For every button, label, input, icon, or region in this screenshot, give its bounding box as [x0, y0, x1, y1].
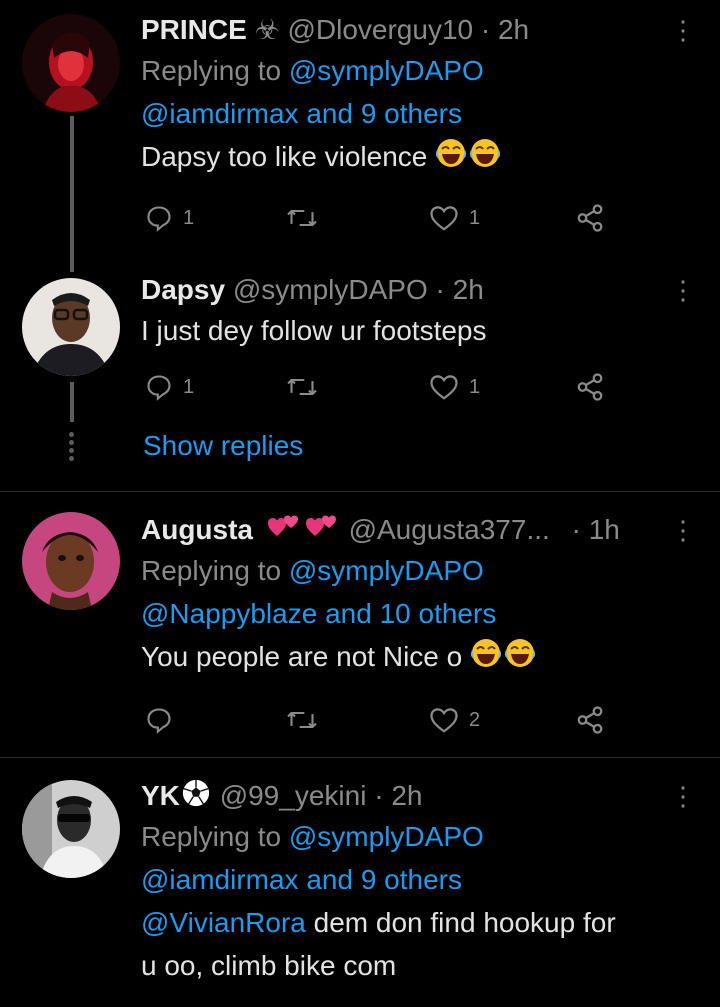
display-name[interactable]: Augusta: [141, 514, 253, 545]
handle[interactable]: @symplyDAPO: [233, 274, 428, 305]
share-icon: [577, 706, 603, 734]
replying-others-link[interactable]: @iamdirmax and 9 others: [141, 98, 462, 129]
like-count: 1: [469, 375, 481, 398]
biohazard-icon: ☣: [254, 14, 280, 45]
mention-link[interactable]: @VivianRora: [141, 907, 306, 938]
laughing-emoji-icon: [470, 637, 538, 681]
replying-others-link[interactable]: @Nappyblaze and 10 others: [141, 598, 496, 629]
replying-user-link[interactable]: @symplyDAPO: [289, 821, 484, 852]
laughing-emoji-icon: [435, 137, 503, 181]
separator: ·: [480, 14, 491, 45]
show-replies-link[interactable]: Show replies: [143, 430, 303, 462]
retweet-button[interactable]: [285, 702, 319, 738]
handle[interactable]: @Dloverguy10: [287, 14, 473, 45]
reply-icon: [147, 708, 171, 734]
avatar[interactable]: [22, 780, 120, 878]
divider: [0, 491, 720, 492]
tweet-text: Dapsy too like violence: [141, 141, 428, 172]
display-name[interactable]: YK: [141, 780, 180, 811]
more-options-icon[interactable]: ⋮: [668, 12, 698, 48]
tweet-text-line1: dem don find hookup for: [305, 907, 616, 938]
display-name[interactable]: PRINCE: [141, 14, 247, 45]
timestamp[interactable]: 2h: [453, 274, 484, 305]
display-name[interactable]: Dapsy: [141, 274, 225, 305]
retweet-button[interactable]: [285, 200, 319, 236]
like-button[interactable]: 1: [429, 369, 480, 405]
tweet-text: I just dey follow ur footsteps: [141, 315, 487, 346]
retweet-icon: [287, 711, 317, 729]
avatar[interactable]: [22, 14, 120, 112]
reply-count: 1: [183, 375, 195, 398]
reply-button[interactable]: 1: [145, 369, 194, 405]
thread-dots: [66, 432, 76, 464]
reply-count: 1: [183, 206, 195, 229]
timestamp[interactable]: 2h: [391, 780, 422, 811]
handle[interactable]: @99_yekini: [220, 780, 367, 811]
retweet-button[interactable]: [285, 369, 319, 405]
like-count: 1: [469, 206, 481, 229]
heart-icon: [430, 375, 458, 400]
replying-user-link[interactable]: @symplyDAPO: [289, 555, 484, 586]
share-button[interactable]: [575, 369, 605, 405]
reply-button[interactable]: 1: [145, 200, 194, 236]
handle[interactable]: @Augusta377...: [349, 514, 550, 545]
avatar[interactable]: [22, 278, 120, 376]
soccer-ball-icon: [180, 778, 212, 817]
share-icon: [577, 373, 603, 401]
replying-others-link[interactable]: @iamdirmax and 9 others: [141, 864, 462, 895]
reply-icon: [147, 206, 171, 232]
replying-user-link[interactable]: @symplyDAPO: [289, 55, 484, 86]
replying-prefix: Replying to: [141, 555, 289, 586]
like-button[interactable]: 2: [429, 702, 480, 738]
thread-line: [70, 116, 74, 272]
replying-prefix: Replying to: [141, 55, 289, 86]
heart-icon: [430, 206, 458, 231]
separator: ·: [374, 780, 384, 811]
timestamp[interactable]: 2h: [498, 14, 529, 45]
two-hearts-emoji-icon: [267, 512, 341, 551]
separator: ·: [571, 514, 581, 545]
replying-prefix: Replying to: [141, 821, 289, 852]
heart-icon: [430, 708, 458, 733]
avatar[interactable]: [22, 512, 120, 610]
share-button[interactable]: [575, 200, 605, 236]
reply-icon: [147, 375, 171, 401]
like-button[interactable]: 1: [429, 200, 480, 236]
thread-line: [70, 382, 74, 422]
share-button[interactable]: [575, 702, 605, 738]
more-options-icon[interactable]: ⋮: [668, 272, 698, 308]
share-icon: [577, 204, 603, 232]
like-count: 2: [469, 708, 481, 731]
separator: ·: [435, 274, 445, 305]
retweet-icon: [287, 378, 317, 396]
tweet-text-line2: u oo, climb bike com: [141, 950, 397, 981]
retweet-icon: [287, 209, 317, 227]
more-options-icon[interactable]: ⋮: [668, 778, 698, 814]
divider: [0, 757, 720, 758]
tweet-text: You people are not Nice o: [141, 641, 463, 672]
timestamp[interactable]: 1h: [589, 514, 620, 545]
more-options-icon[interactable]: ⋮: [668, 512, 698, 548]
reply-button[interactable]: [145, 702, 183, 738]
